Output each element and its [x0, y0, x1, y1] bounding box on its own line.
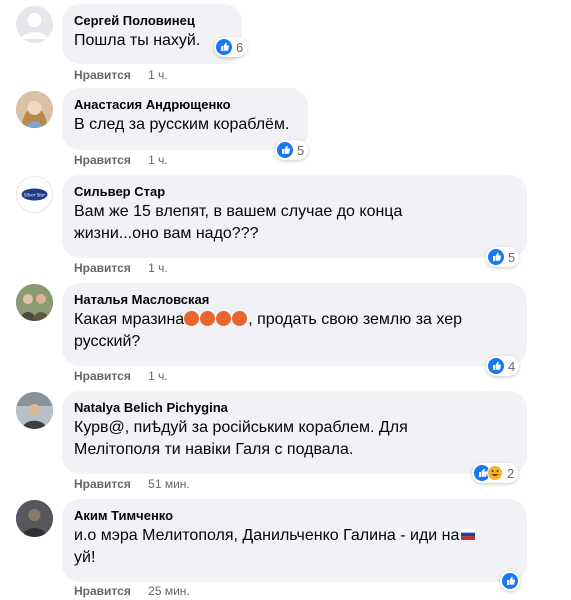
reaction-count-value: 5: [297, 142, 305, 158]
like-button[interactable]: Нравится: [74, 477, 131, 491]
logo-avatar[interactable]: Silver Star: [16, 176, 53, 213]
angry-emoji-icon: [232, 311, 248, 326]
comment-actions: Нравится 25 мин.: [74, 584, 190, 598]
reaction-count-value: 5: [508, 249, 516, 265]
angry-emoji-icon: [216, 311, 232, 326]
like-button[interactable]: Нравится: [74, 584, 131, 598]
reaction-count[interactable]: [500, 571, 520, 591]
reaction-count[interactable]: 5: [486, 247, 520, 267]
comment-bubble: Сергей Половинец Пошла ты нахуй.: [62, 4, 242, 64]
comment-text: В след за русским кораблём.: [74, 116, 290, 133]
comment-text-line: Вам же 15 влепят, в вашем случае до конц…: [74, 203, 403, 220]
comment-author[interactable]: Сергей Половинец: [74, 12, 230, 30]
comment-text-part: Какая мразина: [74, 311, 185, 328]
comment-text-line: и.о мэра Мелитополя, Данильченко Галина …: [74, 525, 515, 547]
comment-author[interactable]: Сильвер Стар: [74, 183, 515, 201]
reaction-count[interactable]: 6: [214, 37, 248, 57]
comment-text: Пошла ты нахуй.: [74, 32, 201, 49]
like-button[interactable]: Нравится: [74, 261, 131, 275]
comment-author[interactable]: Наталья Масловская: [74, 291, 515, 309]
like-reaction-icon: [502, 573, 518, 589]
like-reaction-icon: [488, 249, 504, 265]
comment-timestamp[interactable]: 1 ч.: [148, 153, 168, 167]
comment-timestamp[interactable]: 25 мин.: [148, 584, 190, 598]
comment-text-line: жизни...оно вам надо???: [74, 225, 259, 242]
comment-text-line: русский?: [74, 333, 141, 350]
default-avatar-icon[interactable]: [16, 6, 53, 43]
haha-reaction-icon: [487, 465, 503, 481]
angry-emoji-icon: [200, 311, 216, 326]
comment-actions: Нравится 1 ч.: [74, 369, 168, 383]
comment-text-part: и.о мэра Мелитополя, Данильченко Галина …: [74, 527, 460, 544]
comment-timestamp[interactable]: 51 мин.: [148, 477, 190, 491]
comment-text-line: Курв@, пиѣдуй за російським кораблем. Дл…: [74, 419, 408, 436]
comment-bubble: Сильвер Стар Вам же 15 влепят, в вашем с…: [62, 175, 527, 258]
user-photo-avatar[interactable]: [16, 91, 53, 128]
reaction-count[interactable]: 5: [275, 140, 309, 160]
like-reaction-icon: [277, 142, 293, 158]
comment-actions: Нравится 1 ч.: [74, 261, 168, 275]
comment-actions: Нравится 1 ч.: [74, 153, 168, 167]
like-reaction-icon: [216, 39, 232, 55]
comment-author[interactable]: Анастасия Андрющенко: [74, 96, 296, 114]
reaction-count-value: 2: [507, 465, 515, 481]
russian-flag-icon: [461, 529, 476, 540]
user-photo-avatar[interactable]: [16, 500, 53, 537]
reaction-count-value: 6: [236, 39, 244, 55]
user-photo-avatar[interactable]: [16, 284, 53, 321]
comment-text-line: Мелітополя ти навіки Галя с подвала.: [74, 441, 354, 458]
comment-bubble: Наталья Масловская Какая мразина , продат…: [62, 283, 527, 366]
svg-text:Silver Star: Silver Star: [24, 194, 45, 199]
comment-author[interactable]: Аким Тимченко: [74, 507, 515, 525]
user-photo-avatar[interactable]: [16, 392, 53, 429]
comment-text-line: уй!: [74, 549, 96, 566]
like-button[interactable]: Нравится: [74, 153, 131, 167]
comment-bubble: Аким Тимченко и.о мэра Мелитополя, Данил…: [62, 499, 527, 582]
angry-emoji-icon: [184, 311, 200, 326]
comment-timestamp[interactable]: 1 ч.: [148, 261, 168, 275]
comment-text-line: Какая мразина , продать свою землю за хер: [74, 309, 515, 331]
comment-bubble: Анастасия Андрющенко В след за русским к…: [62, 88, 308, 150]
like-button[interactable]: Нравится: [74, 369, 131, 383]
comment-text-part: , продать свою землю за хер: [248, 311, 462, 328]
reaction-count[interactable]: 2: [472, 463, 519, 483]
reaction-count-value: 4: [508, 358, 516, 374]
comment-timestamp[interactable]: 1 ч.: [148, 68, 168, 82]
reaction-count[interactable]: 4: [486, 356, 520, 376]
like-button[interactable]: Нравится: [74, 68, 131, 82]
comment-timestamp[interactable]: 1 ч.: [148, 369, 168, 383]
comment-actions: Нравится 1 ч.: [74, 68, 168, 82]
comment-author[interactable]: Natalya Belich Pichygina: [74, 399, 515, 417]
like-reaction-icon: [488, 358, 504, 374]
comment-actions: Нравится 51 мин.: [74, 477, 190, 491]
comment-bubble: Natalya Belich Pichygina Курв@, пиѣдуй з…: [62, 391, 527, 474]
